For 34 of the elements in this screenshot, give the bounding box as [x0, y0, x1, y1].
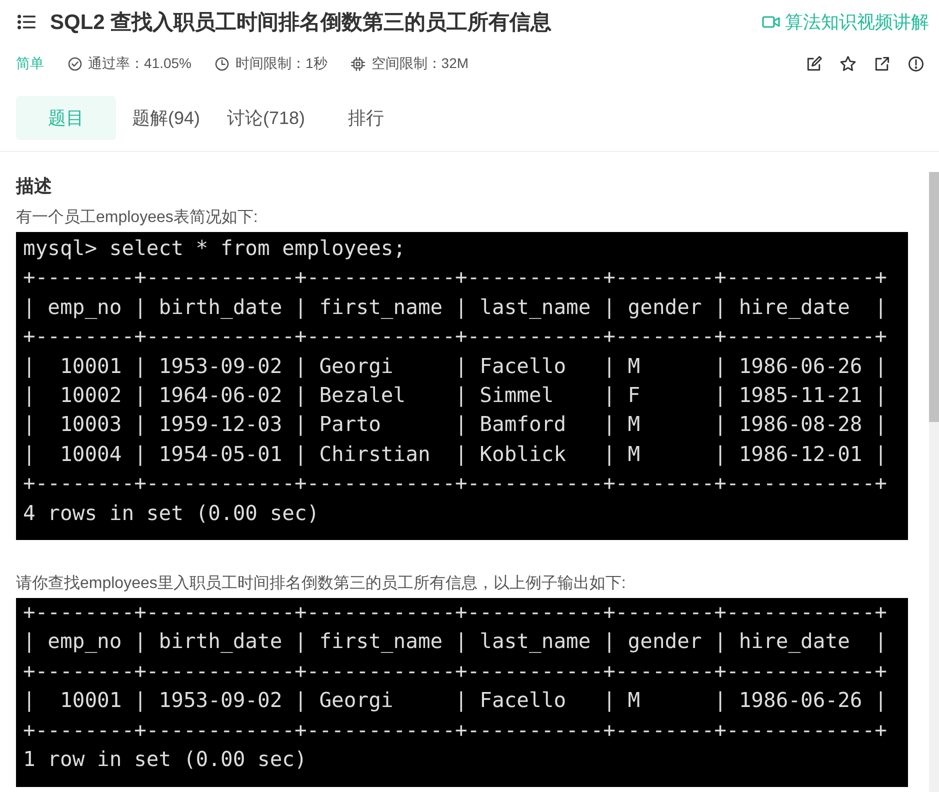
star-icon[interactable] [839, 55, 857, 73]
description-text: 有一个员工employees表简况如下: [16, 208, 259, 228]
external-link-icon[interactable] [873, 55, 891, 73]
meta-text: 通过率：41.05% [88, 55, 192, 73]
terminal-line: +--------+------------+------------+-----------+--------+------------+ [23, 658, 888, 685]
terminal-line: | emp_no | birth_date | first_name | last_name | gender | hire_date | [23, 294, 888, 321]
clock-icon [214, 56, 230, 72]
terminal-line: 4 rows in set (0.00 sec) [23, 500, 320, 527]
terminal-line: | 10001 | 1953-09-02 | Georgi | Facello | M | 1986-06-26 | [23, 352, 888, 380]
tab[interactable]: 排行 [316, 96, 416, 140]
terminal-line: | 10003 | 1959-12-03 | Parto | Bamford | M | 1986-08-28 | [23, 411, 888, 438]
description-text: 请你查找employees里入职员工时间排名倒数第三的员工所有信息，以上例子输出如下: [16, 574, 627, 594]
terminal-line: 1 row in set (0.00 sec) [23, 746, 308, 774]
terminal-line: mysql> select * from employees; [23, 235, 407, 262]
terminal-line: +--------+------------+------------+-----------+--------+------------+ [23, 264, 888, 292]
chip-icon [350, 56, 366, 72]
terminal-line: +--------+------------+------------+-----------+--------+------------+ [23, 470, 888, 498]
terminal-line: | 10002 | 1964-06-02 | Bezalel | Simmel | F | 1985-11-21 | [23, 382, 888, 410]
problem-title: SQL2 查找入职员工时间排名倒数第三的员工所有信息 [50, 10, 552, 36]
tab[interactable]: 题解(94) [116, 96, 216, 140]
terminal-line: +--------+------------+------------+-----------+--------+------------+ [23, 323, 888, 350]
meta-text: 空间限制：32M [371, 55, 469, 73]
meta-text: 时间限制：1秒 [235, 55, 328, 73]
tab[interactable]: 讨论(718) [216, 96, 316, 140]
info-circle-icon[interactable] [907, 55, 925, 73]
terminal-line: | emp_no | birth_date | first_name | last_name | gender | hire_date | [23, 628, 888, 656]
check-circle-icon [67, 56, 83, 72]
terminal-line: | 10004 | 1954-05-01 | Chirstian | Koblick | M | 1986-12-01 | [23, 440, 888, 468]
terminal-line: | 10001 | 1953-09-02 | Georgi | Facello | M | 1986-06-26 | [23, 687, 888, 714]
difficulty-label: 简单 [16, 55, 44, 73]
terminal-line: +--------+------------+------------+-----------+--------+------------+ [23, 716, 888, 744]
edit-icon[interactable] [805, 55, 823, 73]
terminal-line: +--------+------------+------------+-----------+--------+------------+ [23, 599, 888, 626]
section-heading: 描述 [16, 175, 53, 198]
